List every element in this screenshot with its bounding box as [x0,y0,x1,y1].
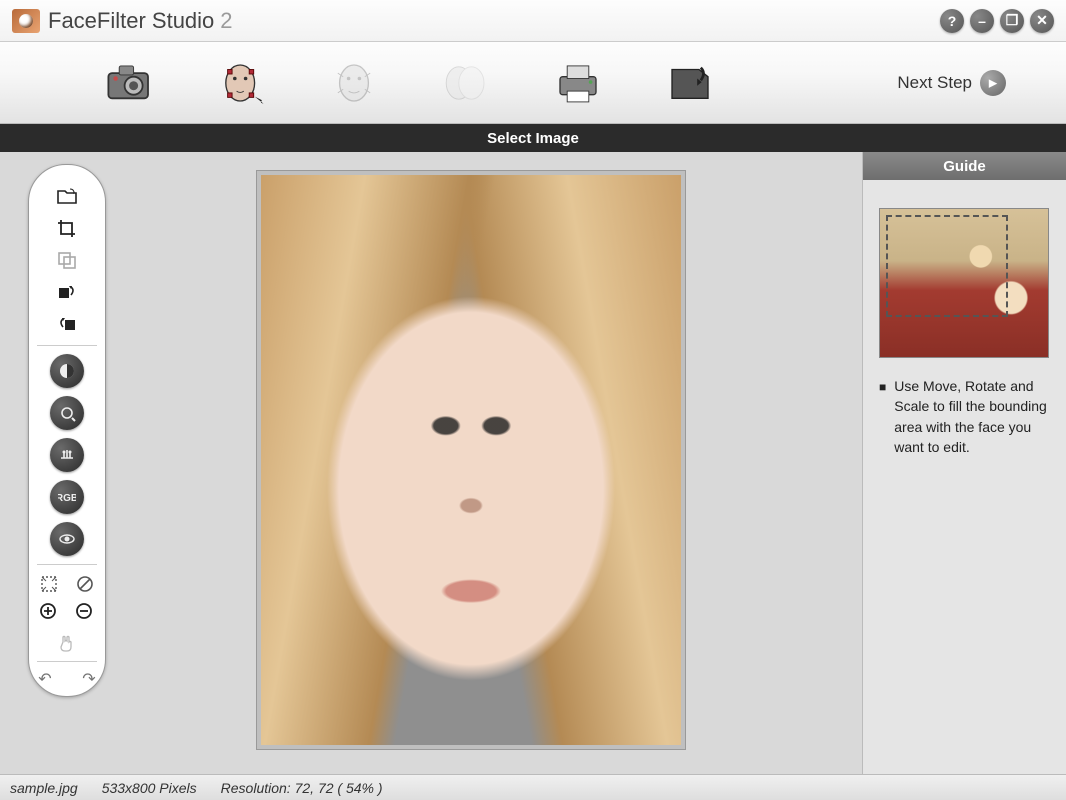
section-title-bar: Select Image [0,124,1066,152]
step-skin[interactable] [436,55,496,111]
app-logo-icon [12,9,40,33]
photo-preview [261,175,681,745]
eye-button[interactable] [50,522,84,556]
sharpen-button[interactable] [50,396,84,430]
copy-button[interactable] [52,247,82,273]
open-file-button[interactable] [52,183,82,209]
main-area: RGB ↶ ↷ [0,152,1066,774]
status-filename: sample.jpg [10,780,78,796]
guide-title: Guide [943,158,986,175]
reset-zoom-button[interactable] [74,573,96,595]
balance-button[interactable] [50,438,84,472]
step-expression[interactable] [324,55,384,111]
window-buttons: ? – ❐ ✕ [940,9,1054,33]
rotate-cw-button[interactable] [52,279,82,305]
image-canvas[interactable] [256,170,686,750]
guide-text-content: Use Move, Rotate and Scale to fill the b… [894,376,1050,457]
app-title: FaceFilter Studio 2 [48,8,233,34]
bullet-icon: ■ [879,379,886,457]
contrast-button[interactable] [50,354,84,388]
rotate-ccw-button[interactable] [52,311,82,337]
section-title: Select Image [487,130,579,147]
minimize-button[interactable]: – [970,9,994,33]
step-save[interactable] [660,55,720,111]
fit-screen-button[interactable] [38,573,60,595]
status-dimensions: 533x800 Pixels [102,780,197,796]
left-toolbar: RGB ↶ ↷ [28,164,106,697]
step-fit-points[interactable] [212,55,272,111]
color-button[interactable]: RGB [50,480,84,514]
status-bar: sample.jpg 533x800 Pixels Resolution: 72… [0,774,1066,800]
pan-hand-button[interactable] [56,631,78,653]
next-step-label: Next Step [897,73,972,93]
guide-header: Guide [863,152,1066,180]
status-resolution: Resolution: 72, 72 ( 54% ) [221,780,383,796]
step-toolbar: Next Step ▸ [0,42,1066,124]
guide-text: ■ Use Move, Rotate and Scale to fill the… [879,376,1050,457]
zoom-in-button[interactable] [38,601,60,623]
app-name: FaceFilter Studio [48,8,214,34]
next-step-button[interactable]: Next Step ▸ [897,70,1006,96]
guide-panel: Guide ■ Use Move, Rotate and Scale to fi… [862,152,1066,774]
zoom-out-button[interactable] [74,601,96,623]
maximize-button[interactable]: ❐ [1000,9,1024,33]
canvas-wrap: RGB ↶ ↷ [0,152,862,774]
next-arrow-icon: ▸ [980,70,1006,96]
help-button[interactable]: ? [940,9,964,33]
undo-button[interactable]: ↶ [34,670,56,688]
guide-illustration [879,208,1049,358]
svg-text:RGB: RGB [58,493,76,504]
app-version: 2 [220,8,232,34]
close-button[interactable]: ✕ [1030,9,1054,33]
step-select-image[interactable] [100,55,160,111]
redo-button[interactable]: ↷ [78,670,100,688]
crop-button[interactable] [52,215,82,241]
titlebar: FaceFilter Studio 2 ? – ❐ ✕ [0,0,1066,42]
step-print[interactable] [548,55,608,111]
